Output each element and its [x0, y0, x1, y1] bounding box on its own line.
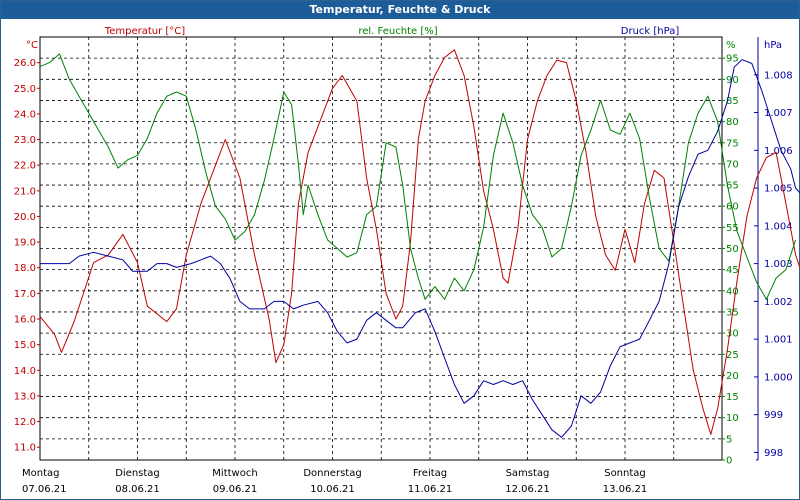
humidity-tick-label: 25 — [726, 350, 739, 361]
x-tick-day: Samstag — [506, 468, 550, 479]
date-axis: Montag 07.06.21 Dienstag 08.06.21 Mittwoch 09… — [22, 468, 647, 495]
pressure-tick-label: 1.005 — [764, 184, 793, 195]
humidity-axis: 05101520253035404550556065707580859095 — [722, 54, 739, 467]
pressure-tick-label: 1.004 — [764, 221, 793, 232]
pressure-tick-label: 1.006 — [764, 146, 793, 157]
x-tick-date: 07.06.21 — [22, 484, 67, 495]
x-tick-day: Freitag — [413, 468, 447, 479]
pressure-tick-label: 998 — [764, 448, 783, 459]
humidity-tick-label: 5 — [726, 434, 732, 445]
humidity-tick-label: 0 — [726, 456, 732, 467]
pressure-tick-label: 1.008 — [764, 70, 793, 81]
humidity-tick-label: 40 — [726, 286, 739, 297]
temperature-series-line — [39, 49, 800, 435]
temperature-tick-label: 23.0 — [14, 135, 36, 146]
temperature-tick-label: 22.0 — [14, 161, 36, 172]
humidity-axis-label: rel. Feuchte [%] — [358, 26, 437, 37]
pressure-tick-label: 1.000 — [764, 372, 793, 383]
temperature-tick-label: 17.0 — [14, 289, 36, 300]
x-tick-date: 12.06.21 — [505, 484, 550, 495]
humidity-tick-label: 50 — [726, 244, 739, 255]
line-chart: 11.0 12.0 13.0 14.0 15.0 16.0 17.0 18.0 19.0 20.0… — [14, 26, 800, 495]
temperature-unit: °C — [26, 40, 38, 51]
temperature-tick-label: 24.0 — [14, 109, 36, 120]
pressure-unit: hPa — [764, 40, 782, 51]
temperature-tick-label: 14.0 — [14, 366, 36, 377]
humidity-tick-label: 45 — [726, 265, 739, 276]
x-tick-date: 09.06.21 — [213, 484, 258, 495]
humidity-tick-label: 10 — [726, 413, 739, 424]
temperature-tick-label: 16.0 — [14, 315, 36, 326]
humidity-tick-label: 80 — [726, 117, 739, 128]
humidity-unit: % — [726, 40, 736, 51]
pressure-tick-label: 999 — [764, 410, 783, 421]
humidity-tick-label: 75 — [726, 138, 739, 149]
temperature-tick-label: 13.0 — [14, 391, 36, 402]
humidity-tick-label: 20 — [726, 371, 739, 382]
x-tick-day: Montag — [22, 468, 59, 479]
temperature-tick-label: 12.0 — [14, 417, 36, 428]
x-tick-date: 11.06.21 — [408, 484, 453, 495]
temperature-tick-label: 11.0 — [14, 443, 36, 454]
pressure-axis: 9989991.0001.0011.0021.0031.0041.0051.00… — [754, 37, 793, 461]
temperature-axis: 11.0 12.0 13.0 14.0 15.0 16.0 17.0 18.0 19.0 20.0… — [14, 58, 40, 454]
humidity-tick-label: 15 — [726, 392, 739, 403]
grid-lines — [40, 37, 722, 460]
x-tick-date: 13.06.21 — [603, 484, 648, 495]
temperature-tick-label: 21.0 — [14, 186, 36, 197]
x-tick-day: Dienstag — [115, 468, 160, 479]
x-tick-date: 08.06.21 — [115, 484, 160, 495]
temperature-tick-label: 18.0 — [14, 263, 36, 274]
temperature-tick-label: 25.0 — [14, 84, 36, 95]
temperature-tick-label: 26.0 — [14, 58, 36, 69]
humidity-tick-label: 95 — [726, 54, 739, 65]
humidity-tick-label: 70 — [726, 159, 739, 170]
temperature-tick-label: 19.0 — [14, 238, 36, 249]
pressure-tick-label: 1.001 — [764, 335, 793, 346]
x-tick-date: 10.06.21 — [310, 484, 355, 495]
temperature-axis-label: Temperatur [°C] — [104, 26, 185, 37]
temperature-tick-label: 15.0 — [14, 340, 36, 351]
pressure-tick-label: 1.002 — [764, 297, 793, 308]
temperature-tick-label: 20.0 — [14, 212, 36, 223]
x-tick-day: Sonntag — [604, 468, 646, 479]
humidity-tick-label: 30 — [726, 329, 739, 340]
x-tick-day: Mittwoch — [212, 468, 257, 479]
pressure-axis-label: Druck [hPa] — [621, 26, 680, 37]
humidity-series-line — [39, 53, 797, 300]
x-tick-day: Donnerstag — [303, 468, 361, 479]
series-lines — [39, 49, 800, 438]
